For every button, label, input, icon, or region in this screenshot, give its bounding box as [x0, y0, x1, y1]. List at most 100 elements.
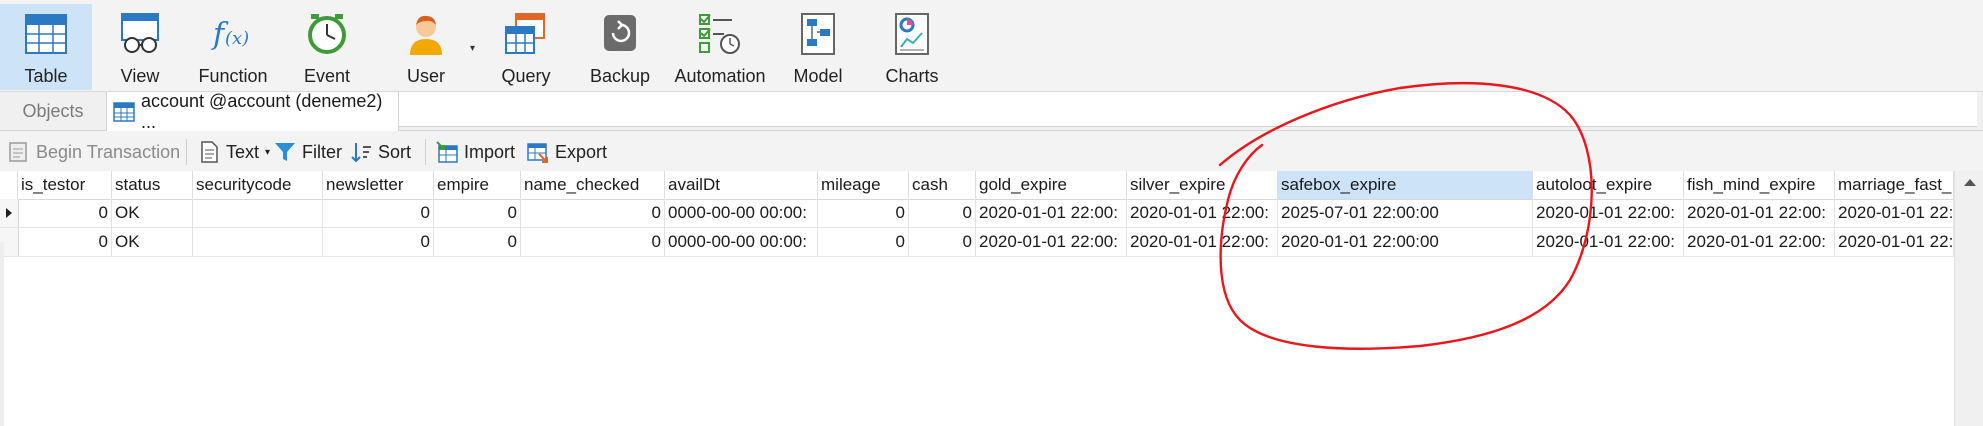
row-selector[interactable] [0, 199, 19, 227]
cell-autoloot-expire[interactable]: 2020-01-01 22:00: [1533, 199, 1684, 227]
cell-fish-mind-expire[interactable]: 2020-01-01 22:00: [1684, 228, 1835, 256]
user-icon [404, 12, 448, 56]
ribbon-toolbar: Table View f (x) Function Event User ▾ Qu… [0, 0, 1983, 92]
model-button[interactable]: Model [778, 4, 858, 90]
cell-securitycode[interactable] [193, 199, 323, 227]
tab-account-label: account @account (deneme2) ... [141, 90, 383, 132]
table-row[interactable]: 0 OK 0 0 0 0000-00-00 00:00: 0 0 2020-01… [0, 228, 1954, 257]
charts-icon [890, 12, 934, 56]
tab-bar-empty [399, 92, 1977, 127]
cell-cash[interactable]: 0 [909, 199, 976, 227]
grid-header-row: is_testor status securitycode newsletter… [0, 171, 1954, 200]
table-icon [24, 12, 68, 56]
column-header-is-testor[interactable]: is_testor [18, 171, 112, 199]
text-document-icon [198, 141, 220, 163]
view-button[interactable]: View [100, 4, 180, 90]
column-header-silver-expire[interactable]: silver_expire [1127, 171, 1278, 199]
text-button[interactable]: Text ▾ [198, 137, 270, 167]
filter-button[interactable]: Filter [274, 137, 342, 167]
header-corner [0, 171, 18, 199]
column-header-marriage-fast[interactable]: marriage_fast_ [1835, 171, 1954, 199]
sort-button-label: Sort [378, 141, 412, 162]
cell-gold-expire[interactable]: 2020-01-01 22:00: [976, 199, 1127, 227]
cell-name-checked[interactable]: 0 [521, 228, 665, 256]
charts-button[interactable]: Charts [872, 4, 952, 90]
cell-safebox-expire[interactable]: 2025-07-01 22:00:00 [1278, 199, 1533, 227]
cell-marriage-fast[interactable]: 2020-01-01 22: [1835, 228, 1954, 256]
cell-fish-mind-expire[interactable]: 2020-01-01 22:00: [1684, 199, 1835, 227]
cell-status[interactable]: OK [112, 228, 193, 256]
import-icon [436, 141, 458, 163]
column-header-mileage[interactable]: mileage [818, 171, 909, 199]
backup-button-label: Backup [589, 66, 651, 86]
data-grid[interactable]: is_testor status securitycode newsletter… [0, 171, 1983, 426]
query-button-label: Query [501, 66, 551, 86]
export-button-label: Export [555, 141, 608, 162]
cell-silver-expire[interactable]: 2020-01-01 22:00: [1127, 199, 1278, 227]
cell-availdt[interactable]: 0000-00-00 00:00: [665, 199, 818, 227]
column-header-cash[interactable]: cash [909, 171, 976, 199]
cell-is-testor[interactable]: 0 [18, 228, 112, 256]
cell-availdt[interactable]: 0000-00-00 00:00: [665, 228, 818, 256]
table-row[interactable]: 0 OK 0 0 0 0000-00-00 00:00: 0 0 2020-01… [0, 199, 1954, 228]
cell-cash[interactable]: 0 [909, 228, 976, 256]
backup-button[interactable]: Backup [580, 4, 660, 90]
scroll-up-arrow-icon[interactable] [1964, 179, 1976, 186]
column-header-name-checked[interactable]: name_checked [521, 171, 665, 199]
export-button[interactable]: Export [527, 137, 607, 167]
transaction-icon [8, 141, 30, 163]
begin-transaction-button[interactable]: Begin Transaction [8, 137, 180, 167]
import-button-label: Import [464, 141, 516, 162]
column-header-availdt[interactable]: availDt [665, 171, 818, 199]
tab-bar: Objects account @account (deneme2) ... [0, 90, 1983, 132]
table-toolbar: Begin Transaction Text ▾ Filter Sort Imp… [0, 131, 1983, 171]
table-button[interactable]: Table [0, 4, 92, 90]
begin-transaction-label: Begin Transaction [36, 141, 181, 162]
model-button-label: Model [793, 66, 843, 86]
view-button-label: View [120, 66, 160, 86]
event-button[interactable]: Event [288, 4, 366, 90]
cell-marriage-fast[interactable]: 2020-01-01 22: [1835, 199, 1954, 227]
cell-is-testor[interactable]: 0 [18, 199, 112, 227]
cell-mileage[interactable]: 0 [818, 199, 909, 227]
cell-newsletter[interactable]: 0 [323, 199, 434, 227]
event-button-label: Event [303, 66, 351, 86]
cell-status[interactable]: OK [112, 199, 193, 227]
column-header-newsletter[interactable]: newsletter [323, 171, 434, 199]
charts-button-label: Charts [885, 66, 939, 86]
cell-mileage[interactable]: 0 [818, 228, 909, 256]
tab-account-table[interactable]: account @account (deneme2) ... [107, 90, 399, 132]
event-clock-icon [305, 12, 349, 56]
column-header-status[interactable]: status [112, 171, 193, 199]
column-header-empire[interactable]: empire [434, 171, 521, 199]
column-header-gold-expire[interactable]: gold_expire [976, 171, 1127, 199]
column-header-fish-mind-expire[interactable]: fish_mind_expire [1684, 171, 1835, 199]
query-button[interactable]: Query [486, 4, 566, 90]
user-dropdown-caret-icon[interactable]: ▾ [470, 43, 475, 54]
cell-gold-expire[interactable]: 2020-01-01 22:00: [976, 228, 1127, 256]
column-header-safebox-expire[interactable]: safebox_expire [1278, 171, 1533, 199]
grid-left-gutter [0, 242, 4, 426]
model-icon [796, 12, 840, 56]
cell-silver-expire[interactable]: 2020-01-01 22:00: [1127, 228, 1278, 256]
column-header-securitycode[interactable]: securitycode [193, 171, 323, 199]
function-fx-icon: f (x) [211, 12, 255, 56]
cell-name-checked[interactable]: 0 [521, 199, 665, 227]
user-button[interactable]: User ▾ [378, 4, 475, 90]
tab-objects[interactable]: Objects [0, 92, 107, 130]
sort-button[interactable]: Sort [350, 137, 411, 167]
import-button[interactable]: Import [436, 137, 515, 167]
cell-newsletter[interactable]: 0 [323, 228, 434, 256]
text-dropdown-caret-icon[interactable]: ▾ [265, 147, 270, 158]
automation-button[interactable]: Automation [664, 4, 776, 90]
cell-empire[interactable]: 0 [434, 199, 521, 227]
cell-autoloot-expire[interactable]: 2020-01-01 22:00: [1533, 228, 1684, 256]
sort-icon [350, 141, 372, 163]
cell-safebox-expire[interactable]: 2020-01-01 22:00:00 [1278, 228, 1533, 256]
filter-funnel-icon [274, 141, 296, 163]
cell-empire[interactable]: 0 [434, 228, 521, 256]
cell-securitycode[interactable] [193, 228, 323, 256]
column-header-autoloot-expire[interactable]: autoloot_expire [1533, 171, 1684, 199]
vertical-scrollbar[interactable] [1954, 171, 1983, 426]
function-button[interactable]: f (x) Function [190, 4, 276, 90]
